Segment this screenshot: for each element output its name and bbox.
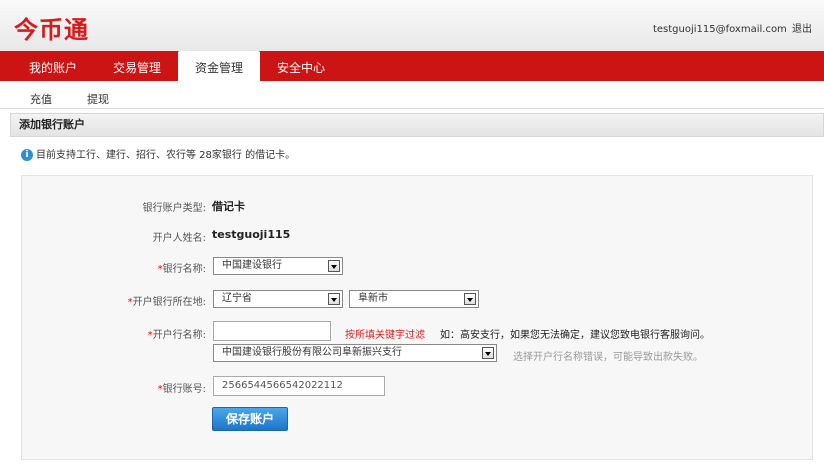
subnav-withdraw[interactable]: 提现	[87, 91, 109, 107]
nav-my-account[interactable]: 我的账户	[14, 51, 92, 81]
info-icon: i	[21, 149, 33, 161]
sub-nav: 充值 提现	[0, 81, 824, 109]
bank-name-label: *银行名称:	[157, 264, 206, 275]
chevron-down-icon	[482, 347, 494, 359]
bank-name-select[interactable]: 中国建设银行	[213, 257, 343, 275]
panel-title: 添加银行账户	[10, 113, 824, 137]
holder-name-label: 开户人姓名:	[152, 233, 206, 244]
account-number-label: *银行账号:	[157, 384, 206, 395]
notice: i 目前支持工行、建行、招行、农行等 28家银行 的借记卡。	[21, 146, 295, 161]
nav-fund-management[interactable]: 资金管理	[178, 51, 260, 82]
top-header: 今币通 testguoji115@foxmail.com 退出	[0, 0, 824, 51]
bank-account-form	[21, 175, 813, 460]
logout-link[interactable]: 退出	[792, 24, 812, 35]
user-email: testguoji115@foxmail.com	[652, 24, 787, 35]
nav-security-center[interactable]: 安全中心	[262, 51, 340, 81]
branch-select-warning: 选择开户行名称错误，可能导致出款失败。	[513, 352, 703, 363]
branch-select[interactable]: 中国建设银行股份有限公司阜新振兴支行	[213, 344, 497, 362]
branch-example-hint: 如：高安支行，如果您无法确定，建议您致电银行客服询问。	[440, 330, 710, 341]
chevron-down-icon	[328, 260, 340, 272]
chevron-down-icon	[464, 293, 476, 305]
user-info: testguoji115@foxmail.com 退出	[653, 20, 812, 35]
bank-location-label: *开户银行所在地:	[127, 297, 206, 308]
branch-keyword-input[interactable]	[213, 321, 331, 341]
holder-name-value: testguoji115	[212, 228, 291, 241]
city-select[interactable]: 阜新市	[349, 290, 479, 308]
main-nav: 我的账户 交易管理 资金管理 安全中心	[0, 51, 824, 82]
subnav-deposit[interactable]: 充值	[30, 91, 52, 107]
branch-filter-hint: 按所填关键字过滤	[345, 330, 425, 341]
save-account-button[interactable]: 保存账户	[212, 407, 288, 431]
account-type-label: 银行账户类型:	[142, 203, 206, 214]
branch-name-label: *开户行名称:	[147, 330, 206, 341]
account-number-input[interactable]: 2566544566542022112	[213, 376, 385, 396]
chevron-down-icon	[328, 293, 340, 305]
site-logo[interactable]: 今币通	[14, 10, 89, 45]
province-select[interactable]: 辽宁省	[213, 290, 343, 308]
account-type-value: 借记卡	[212, 200, 245, 213]
notice-text: 目前支持工行、建行、招行、农行等 28家银行 的借记卡。	[36, 150, 296, 161]
nav-trade-management[interactable]: 交易管理	[98, 51, 176, 81]
